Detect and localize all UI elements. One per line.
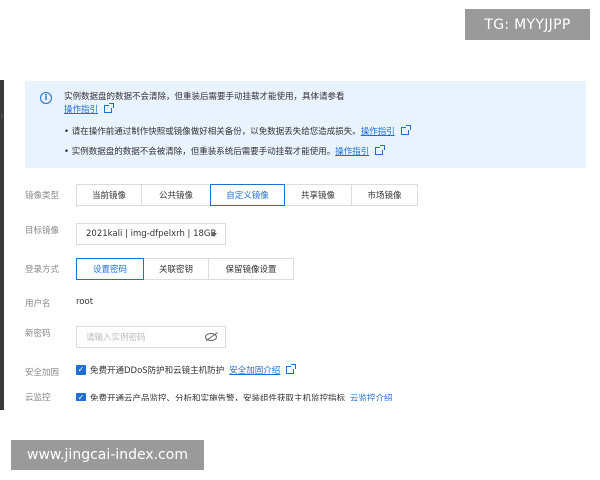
notice-bullet-1: • 请在操作前通过制作快照或镜像做好相关备份，以免数据丢失给您造成损失。操作指引: [64, 125, 411, 137]
tab-keep-image-settings[interactable]: 保留镜像设置: [208, 258, 294, 280]
chevron-down-icon: [211, 233, 217, 237]
tab-current-image[interactable]: 当前镜像: [76, 184, 142, 206]
security-checkbox-label: 免费开通DDoS防护和云镜主机防护: [90, 366, 225, 376]
left-edge-border: [0, 80, 4, 410]
monitoring-label: 云监控: [25, 393, 51, 401]
guide-link-2[interactable]: 操作指引: [361, 127, 395, 137]
guide-link-3[interactable]: 操作指引: [335, 147, 369, 157]
watermark-bottom: www.jingcai-index.com: [11, 440, 204, 470]
new-password-label: 新密码: [25, 329, 51, 339]
tab-market-image[interactable]: 市场镜像: [351, 184, 418, 206]
watermark-top: TG: MYYJJPP: [465, 9, 590, 40]
eye-hidden-icon[interactable]: [205, 333, 217, 341]
external-link-icon: [375, 145, 386, 155]
security-label: 安全加固: [25, 368, 60, 378]
username-label: 用户名: [25, 299, 51, 309]
monitoring-checkbox[interactable]: ✓: [76, 393, 86, 401]
notice-bullet-2-text: • 实例数据盘的数据不会被清除，但重装系统后需要手动挂载才能使用。: [64, 147, 336, 157]
notice-line1-link-wrap: 操作指引: [64, 103, 115, 115]
tab-set-password[interactable]: 设置密码: [76, 258, 144, 280]
external-link-icon: [286, 364, 297, 374]
notice-text: 实例数据盘的数据不会清除，但重装后需要手动挂载才能使用，具体请参看: [64, 92, 345, 102]
username-value: root: [76, 297, 94, 307]
security-intro-link[interactable]: 安全加固介绍: [229, 364, 280, 376]
target-image-label: 目标镜像: [25, 226, 60, 236]
guide-link-1[interactable]: 操作指引: [64, 105, 98, 115]
monitoring-row-clipped: 云监控 ✓ 免费开通云产品监控、分析和实施告警，安装组件获取主机监控指标 云监控…: [0, 390, 600, 401]
monitoring-checkbox-label: 免费开通云产品监控、分析和实施告警，安装组件获取主机监控指标: [90, 394, 346, 401]
target-image-value: 2021kali | img-dfpelxrh | 18GB: [86, 229, 217, 239]
monitoring-intro-link[interactable]: 云监控介绍: [350, 392, 393, 401]
security-checkbox-row: ✓ 免费开通DDoS防护和云镜主机防护 安全加固介绍: [76, 364, 297, 376]
tab-custom-image[interactable]: 自定义镜像: [210, 184, 285, 206]
info-icon: i: [40, 92, 52, 104]
external-link-icon: [400, 125, 411, 135]
tab-associate-key[interactable]: 关联密钥: [143, 258, 209, 280]
tab-public-image[interactable]: 公共镜像: [141, 184, 211, 206]
info-notice: i 实例数据盘的数据不会清除，但重装后需要手动挂载才能使用，具体请参看 操作指引…: [25, 81, 586, 168]
notice-bullet-2: • 实例数据盘的数据不会被清除，但重装系统后需要手动挂载才能使用。操作指引: [64, 145, 386, 157]
password-input[interactable]: 请输入实例密码: [76, 326, 226, 348]
target-image-select[interactable]: 2021kali | img-dfpelxrh | 18GB: [76, 223, 226, 245]
image-type-label: 镜像类型: [25, 191, 60, 201]
edge-marker-icon: ›: [0, 112, 4, 122]
password-placeholder: 请输入实例密码: [86, 333, 146, 343]
tab-shared-image[interactable]: 共享镜像: [284, 184, 352, 206]
monitoring-checkbox-row: ✓ 免费开通云产品监控、分析和实施告警，安装组件获取主机监控指标 云监控介绍: [76, 392, 393, 401]
security-checkbox[interactable]: ✓: [76, 365, 86, 375]
notice-bullet-1-text: • 请在操作前通过制作快照或镜像做好相关备份，以免数据丢失给您造成损失。: [64, 127, 361, 137]
reinstall-system-dialog: › i 实例数据盘的数据不会清除，但重装后需要手动挂载才能使用，具体请参看 操作…: [0, 0, 600, 480]
login-method-label: 登录方式: [25, 265, 60, 275]
external-link-icon: [104, 103, 115, 113]
